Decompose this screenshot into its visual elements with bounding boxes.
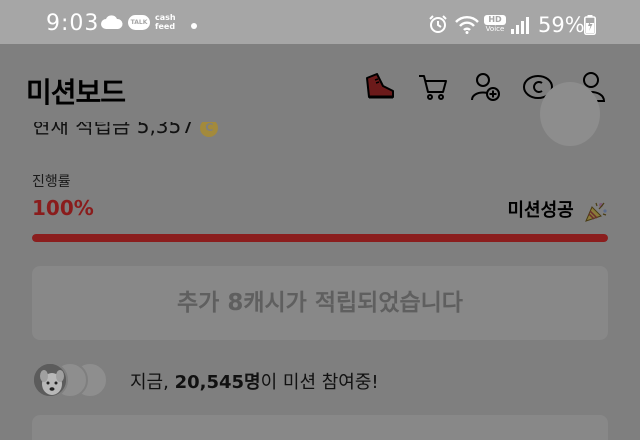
page-title: 미션보드 [26,76,126,109]
mission-success-text: 미션성공 [507,200,574,221]
participants-row: 지금, 20,545명이 미션 참여중! [32,362,608,398]
progress-label: 진행률 [32,174,71,190]
participants-suffix: 이 미션 참여중! [260,372,379,393]
party-icon [585,202,607,222]
cart-icon[interactable] [416,70,450,104]
sneaker-icon[interactable] [363,70,397,104]
participants-text: 지금, 20,545명이 미션 참여중! [130,368,379,394]
current-points-label: 현재 적립금 5,357 [32,122,194,138]
battery-icon [584,15,596,35]
mission-success-label: 미션성공 [507,196,608,222]
battery-percent: 59% [538,13,585,37]
cloud-icon [101,15,123,29]
status-time: 9:03 [46,11,100,36]
cashfeed-line2: feed [155,22,176,31]
add-friend-icon[interactable] [469,70,503,104]
current-points: 현재 적립금 5,357 C [32,122,332,146]
alarm-icon [429,15,447,33]
hd-voice-badge: HD Voice [484,15,506,35]
status-bar: 9:03 TALK cash feed HD Voice 59% [0,0,640,44]
bottom-card [32,415,608,440]
participants-count: 20,545명 [174,372,261,393]
progress-bar [32,234,608,242]
cashfeed-badge: cash feed [155,13,176,31]
wifi-icon [455,16,479,34]
cashfeed-line1: cash [155,13,176,22]
signal-icon [511,17,529,34]
voice-label: Voice [485,25,505,33]
notification-dot [191,23,197,29]
talk-badge: TALK [128,15,150,30]
reward-message-box: 추가 8캐시가 적립되었습니다 [32,266,608,340]
character-image [540,82,600,146]
avatar [32,362,68,398]
hd-label: HD [484,15,506,25]
participants-prefix: 지금, [130,372,175,393]
progress-percent: 100% [32,196,94,220]
progress-bar-fill [32,234,608,242]
coin-icon: C [200,122,219,137]
